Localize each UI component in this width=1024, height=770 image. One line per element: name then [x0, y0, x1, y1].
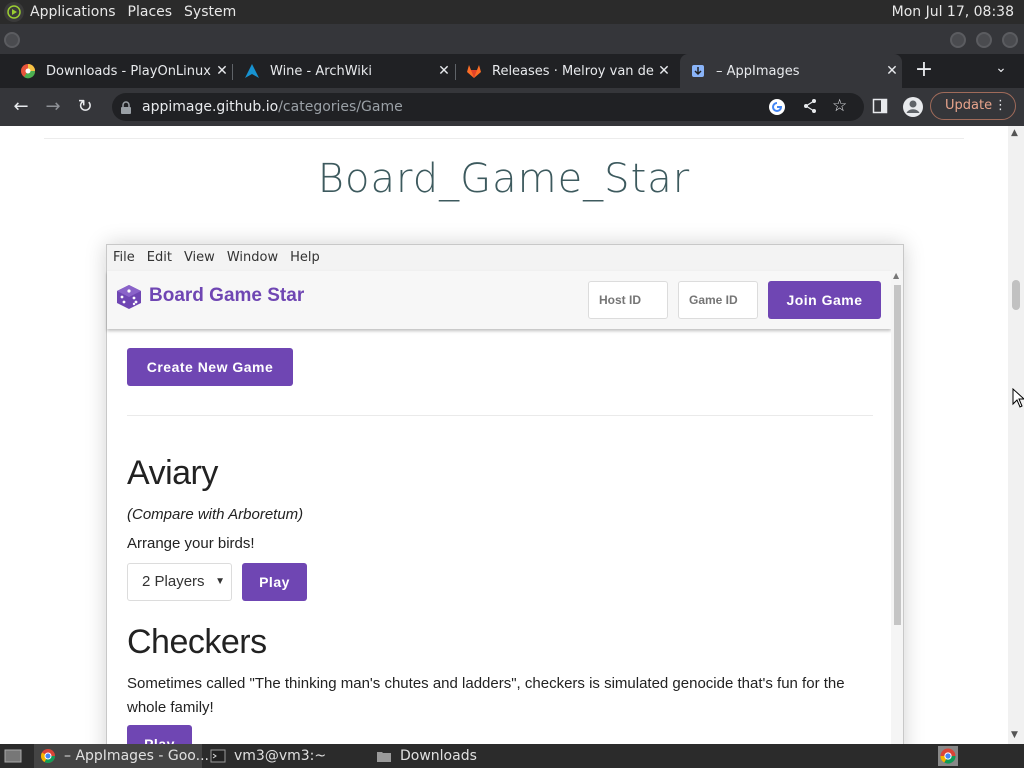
menu-edit[interactable]: Edit — [141, 245, 178, 271]
update-label: Update — [945, 98, 993, 113]
menu-view[interactable]: View — [178, 245, 221, 271]
menu-file[interactable]: File — [107, 245, 141, 271]
create-new-game-button[interactable]: Create New Game — [127, 348, 293, 386]
tab-archwiki[interactable]: Wine - ArchWiki ✕ — [234, 54, 454, 88]
play-checkers-button[interactable]: Play — [127, 725, 192, 744]
page-scrollbar[interactable]: ▲ ▼ — [1008, 126, 1024, 744]
window-menu-icon[interactable] — [4, 32, 20, 48]
minimize-icon[interactable] — [950, 32, 966, 48]
player-count-select[interactable]: 2 Players ▼ — [127, 563, 232, 601]
show-desktop-icon[interactable] — [4, 748, 22, 768]
url-text: appimage.github.io/categories/Game — [142, 93, 403, 121]
taskbar-item-label: vm3@vm3:~ — [234, 748, 327, 764]
reload-icon[interactable]: ↻ — [72, 95, 98, 119]
game-id-input[interactable] — [678, 281, 758, 319]
scroll-up-arrow-icon[interactable]: ▲ — [893, 271, 899, 280]
share-icon[interactable] — [802, 98, 818, 118]
profile-avatar-icon[interactable] — [902, 96, 924, 122]
game-desc-checkers: Sometimes called "The thinking man's chu… — [127, 675, 845, 716]
close-tab-icon[interactable]: ✕ — [882, 63, 902, 79]
tab-title: Downloads - PlayOnLinux - — [46, 63, 212, 79]
close-tab-icon[interactable]: ✕ — [654, 63, 674, 79]
archlinux-icon — [244, 63, 260, 79]
gitlab-icon — [466, 63, 482, 79]
taskbar-item-terminal[interactable]: vm3@vm3:~ — [204, 744, 364, 768]
applications-menu[interactable]: Applications — [24, 0, 122, 24]
terminal-icon — [210, 748, 226, 764]
bookmark-star-icon[interactable]: ☆ — [832, 96, 847, 116]
page-scrollbar-thumb[interactable] — [1012, 280, 1020, 310]
address-bar[interactable]: appimage.github.io/categories/Game ☆ — [112, 93, 864, 121]
menu-window[interactable]: Window — [221, 245, 284, 271]
browser-toolbar: ← → ↻ appimage.github.io/categories/Game… — [0, 88, 1024, 126]
tab-search-chevron-icon[interactable]: ⌄ — [990, 60, 1012, 82]
chrome-icon — [40, 748, 56, 764]
back-icon[interactable]: ← — [8, 95, 34, 119]
clock[interactable]: Mon Jul 17, 08:38 — [886, 0, 1020, 24]
tab-strip: Downloads - PlayOnLinux - ✕ Wine - ArchW… — [0, 54, 1024, 88]
tab-playonlinux[interactable]: Downloads - PlayOnLinux - ✕ — [10, 54, 232, 88]
taskbar-item-chrome[interactable]: – AppImages - Goo... — [34, 744, 209, 768]
lock-icon[interactable] — [120, 100, 134, 114]
join-game-button[interactable]: Join Game — [768, 281, 881, 319]
menu-help[interactable]: Help — [284, 245, 326, 271]
tab-appimages[interactable]: – AppImages ✕ — [680, 54, 902, 88]
app-scrollbar-thumb[interactable] — [894, 285, 901, 625]
app-scrollbar[interactable]: ▲ — [891, 271, 903, 744]
taskbar-item-downloads[interactable]: Downloads — [370, 744, 550, 768]
tab-separator — [232, 64, 233, 80]
host-id-input[interactable] — [588, 281, 668, 319]
taskbar-item-label: Downloads — [400, 748, 477, 764]
close-window-icon[interactable] — [1002, 32, 1018, 48]
distro-logo-icon[interactable] — [4, 2, 24, 22]
game-desc-aviary: Arrange your birds! — [127, 535, 255, 552]
places-menu[interactable]: Places — [122, 0, 179, 24]
scroll-down-icon[interactable]: ▼ — [1011, 730, 1018, 740]
app-header: Board Game Star Join Game — [107, 271, 891, 329]
player-count-value: 2 Players — [142, 573, 205, 590]
taskbar-item-label: – AppImages - Goo... — [64, 748, 209, 764]
mouse-cursor-icon — [1012, 387, 1024, 412]
close-tab-icon[interactable]: ✕ — [434, 63, 454, 79]
forward-icon[interactable]: → — [40, 95, 66, 119]
app-brand-title[interactable]: Board Game Star — [149, 285, 304, 307]
tab-title: Releases · Melroy van den B — [492, 63, 654, 79]
play-aviary-button[interactable]: Play — [242, 563, 307, 601]
app-body: Create New Game Aviary (Compare with Arb… — [107, 329, 891, 744]
browser-titlebar — [0, 24, 1024, 54]
close-tab-icon[interactable]: ✕ — [212, 63, 232, 79]
page-viewport: Board_Game_Star File Edit View Window He… — [0, 126, 1008, 744]
side-panel-icon[interactable] — [872, 98, 888, 118]
app-screenshot-window: File Edit View Window Help Board Game St… — [106, 244, 904, 744]
update-button[interactable]: Update ⋮ — [930, 92, 1016, 120]
section-divider — [127, 415, 873, 416]
folder-icon — [376, 748, 392, 764]
top-divider — [44, 138, 964, 139]
maximize-icon[interactable] — [976, 32, 992, 48]
top-panel: Applications Places System Mon Jul 17, 0… — [0, 0, 1024, 24]
tab-gitlab-releases[interactable]: Releases · Melroy van den B ✕ — [456, 54, 674, 88]
playonlinux-icon — [20, 63, 36, 79]
tray-chrome-icon[interactable] — [938, 746, 958, 770]
url-host: appimage.github.io — [142, 99, 279, 115]
page-title: Board_Game_Star — [317, 156, 691, 202]
game-title-aviary: Aviary — [127, 454, 218, 492]
url-path: /categories/Game — [278, 99, 403, 115]
new-tab-icon[interactable]: + — [912, 58, 936, 84]
appimage-icon — [690, 63, 706, 79]
dice-logo-icon — [115, 283, 143, 311]
game-title-checkers: Checkers — [127, 623, 267, 661]
dropdown-caret-icon: ▼ — [215, 576, 225, 587]
taskbar: – AppImages - Goo... vm3@vm3:~ Downloads — [0, 744, 1024, 768]
scroll-up-icon[interactable]: ▲ — [1011, 128, 1018, 138]
app-menubar: File Edit View Window Help — [107, 245, 903, 271]
kebab-menu-icon[interactable]: ⋮ — [994, 93, 1007, 119]
system-menu[interactable]: System — [178, 0, 242, 24]
game-note-aviary: (Compare with Arboretum) — [127, 506, 304, 523]
tab-title: – AppImages — [716, 63, 800, 79]
google-lens-icon[interactable] — [768, 98, 786, 120]
tab-title: Wine - ArchWiki — [270, 63, 373, 79]
